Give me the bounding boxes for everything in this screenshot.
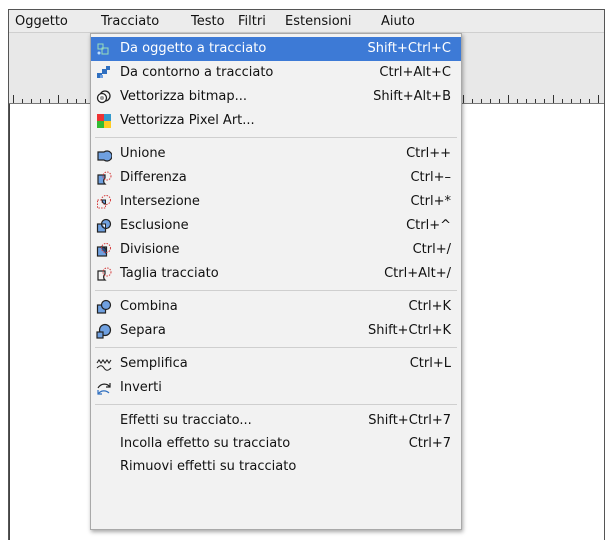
menu-item-label: Semplifica [120,356,188,371]
menu-item-shortcut: Ctrl++ [406,146,451,161]
menu-item-divisione[interactable]: Divisione Ctrl+/ [91,238,461,262]
menu-item-inverti[interactable]: Inverti [91,376,461,400]
menu-item-incolla-effetto-su-tracciato[interactable]: Incolla effetto su tracciato Ctrl+7 [91,432,461,456]
trace-pixel-art-icon [96,113,112,129]
menu-item-taglia-tracciato[interactable]: Taglia tracciato Ctrl+Alt+/ [91,262,461,286]
menu-tracciato[interactable]: Tracciato [101,13,159,31]
menu-item-differenza[interactable]: Differenza Ctrl+– [91,166,461,190]
combine-icon [96,299,112,315]
menu-item-label: Vettorizza Pixel Art... [120,113,255,128]
menu-item-label: Da oggetto a tracciato [120,41,267,56]
menu-item-label: Combina [120,299,178,314]
reverse-icon [96,380,112,396]
menu-item-semplifica[interactable]: Semplifica Ctrl+L [91,352,461,376]
union-icon [96,146,113,162]
menubar: Oggetto Tracciato Testo Filtri Estension… [9,10,604,33]
menu-item-shortcut: Ctrl+L [409,356,451,371]
menu-estensioni[interactable]: Estensioni [285,13,352,31]
difference-icon [96,170,112,186]
menu-filtri[interactable]: Filtri [238,13,266,31]
trace-bitmap-icon [96,89,112,105]
menu-item-shortcut: Shift+Ctrl+7 [368,413,451,428]
menu-item-label: Inverti [120,380,162,395]
menu-item-label: Unione [120,146,166,161]
menu-separator [95,404,457,405]
menu-item-label: Intersezione [120,194,200,209]
menu-oggetto[interactable]: Oggetto [15,13,68,31]
menu-separator [95,290,457,291]
menu-separator [95,137,457,138]
cut-path-icon [96,266,112,282]
simplify-icon [96,356,112,372]
menu-item-label: Incolla effetto su tracciato [120,436,291,451]
menu-item-effetti-su-tracciato[interactable]: Effetti su tracciato... Shift+Ctrl+7 [91,409,461,433]
menu-item-shortcut: Shift+Ctrl+K [368,323,451,338]
menu-item-intersezione[interactable]: Intersezione Ctrl+* [91,190,461,214]
menu-item-shortcut: Ctrl+^ [406,218,451,233]
menu-item-unione[interactable]: Unione Ctrl++ [91,142,461,166]
menu-item-label: Esclusione [120,218,189,233]
menu-item-shortcut: Ctrl+K [408,299,451,314]
menu-separator [95,347,457,348]
menu-item-vettorizza-bitmap[interactable]: Vettorizza bitmap... Shift+Alt+B [91,85,461,109]
menu-item-esclusione[interactable]: Esclusione Ctrl+^ [91,214,461,238]
menu-item-vettorizza-pixel-art[interactable]: Vettorizza Pixel Art... [91,109,461,133]
menu-item-shortcut: Ctrl+* [410,194,451,209]
menu-item-shortcut: Ctrl+Alt+C [379,65,451,80]
menu-item-shortcut: Shift+Ctrl+C [367,41,451,56]
object-to-path-icon [96,41,112,57]
break-apart-icon [96,323,112,339]
tracciato-dropdown-menu: Da oggetto a tracciato Shift+Ctrl+C Da con… [90,33,462,530]
menu-item-shortcut: Ctrl+/ [412,242,451,257]
menu-item-separa[interactable]: Separa Shift+Ctrl+K [91,319,461,343]
menu-item-label: Differenza [120,170,187,185]
intersection-icon [96,194,112,210]
menu-aiuto[interactable]: Aiuto [381,13,415,31]
vertical-ruler-edge [9,104,10,540]
menu-item-shortcut: Ctrl+Alt+/ [384,266,451,281]
menu-testo[interactable]: Testo [191,13,225,31]
menu-item-shortcut: Ctrl+7 [408,436,451,451]
stroke-to-path-icon [96,65,112,81]
menu-item-da-contorno-a-tracciato[interactable]: Da contorno a tracciato Ctrl+Alt+C [91,61,461,85]
menu-item-shortcut: Ctrl+– [410,170,451,185]
menu-item-label: Da contorno a tracciato [120,65,274,80]
menu-item-rimuovi-effetti-su-tracciato[interactable]: Rimuovi effetti su tracciato [91,455,461,479]
menu-item-shortcut: Shift+Alt+B [373,89,451,104]
exclusion-icon [96,218,112,234]
menu-item-label: Effetti su tracciato... [120,413,252,428]
division-icon [96,242,112,258]
menu-item-label: Divisione [120,242,180,257]
menu-item-combina[interactable]: Combina Ctrl+K [91,295,461,319]
menu-item-label: Vettorizza bitmap... [120,89,247,104]
menu-item-label: Rimuovi effetti su tracciato [120,459,297,474]
menu-item-label: Taglia tracciato [120,266,219,281]
menu-item-label: Separa [120,323,166,338]
menu-item-da-oggetto-a-tracciato[interactable]: Da oggetto a tracciato Shift+Ctrl+C [91,37,461,61]
